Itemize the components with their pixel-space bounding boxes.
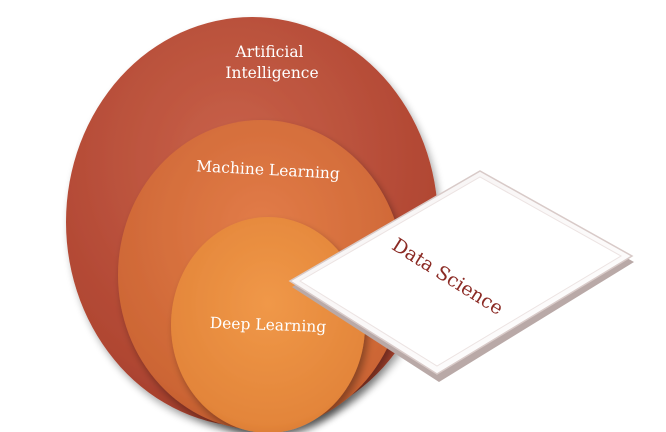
ai-label-line-2: Intelligence [225, 64, 318, 82]
nested-ai-diagram: Artificial Intelligence Machine Learning… [66, 17, 634, 432]
diagram-canvas: Artificial Intelligence Machine Learning… [0, 0, 666, 432]
ai-label-line-1: Artificial [235, 43, 304, 61]
